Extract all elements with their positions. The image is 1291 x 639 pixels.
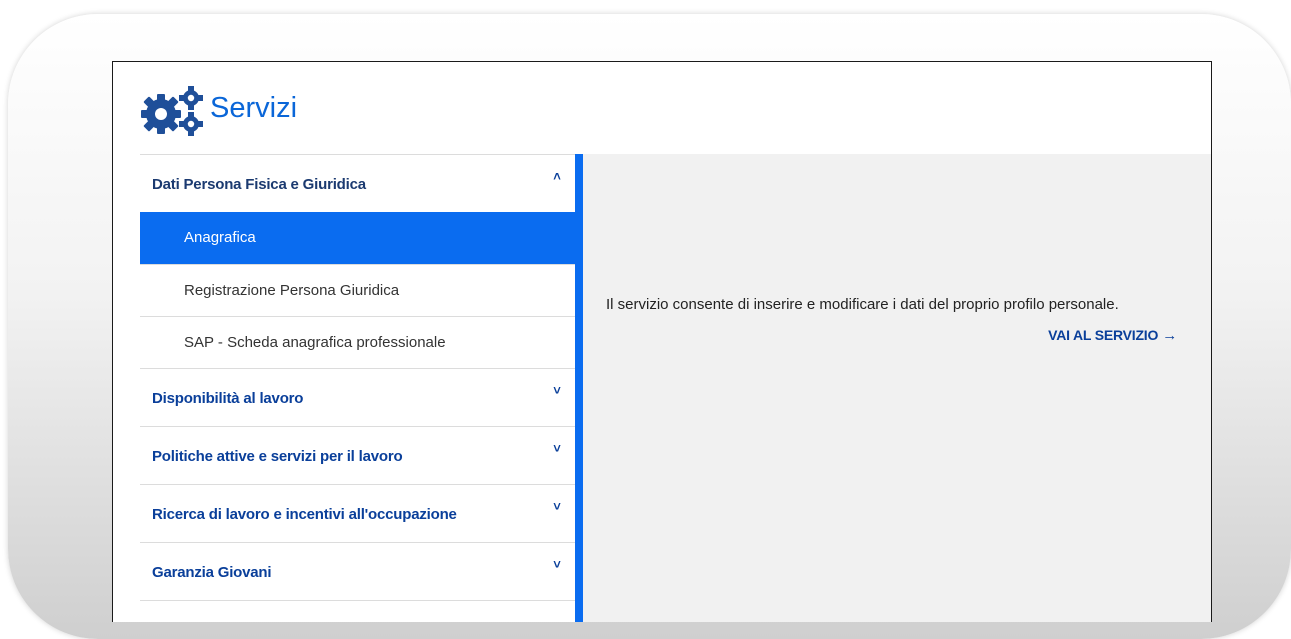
section-dati-persona[interactable]: Dati Persona Fisica e Giuridica ˄ — [140, 154, 575, 213]
sidebar-item-registrazione-persona-giuridica[interactable]: Registrazione Persona Giuridica — [140, 264, 575, 317]
sidebar-item-anagrafica[interactable]: Anagrafica — [140, 212, 575, 264]
section-disponibilita-lavoro[interactable]: Disponibilità al lavoro ˅ — [140, 368, 575, 427]
chevron-down-icon[interactable]: ˅ — [549, 557, 565, 573]
section-label: Ricerca di lavoro e incentivi all'occupa… — [152, 505, 457, 523]
section-politiche-attive[interactable]: Politiche attive e servizi per il lavoro… — [140, 426, 575, 485]
arrow-right-icon: → — [1162, 327, 1177, 344]
link-label: VAI AL SERVIZIO — [1048, 327, 1159, 343]
screenshot-frame: Servizi Dati Persona Fisica e Giuridica … — [8, 14, 1291, 639]
sidebar-item-label: Registrazione Persona Giuridica — [184, 282, 400, 299]
chevron-down-icon[interactable]: ˅ — [549, 499, 565, 515]
section-label: Garanzia Giovani — [152, 563, 272, 581]
chevron-up-icon[interactable]: ˄ — [549, 169, 565, 185]
app-window: Servizi Dati Persona Fisica e Giuridica … — [112, 61, 1212, 622]
page-title: Servizi — [210, 92, 298, 124]
service-description: Il servizio consente di inserire e modif… — [606, 296, 1119, 313]
section-garanzia-giovani[interactable]: Garanzia Giovani ˅ — [140, 542, 575, 601]
sidebar-item-label: SAP - Scheda anagrafica professionale — [184, 334, 446, 351]
section-label: Dati Persona Fisica e Giuridica — [152, 175, 366, 193]
sidebar-accent-bar — [575, 154, 583, 622]
section-label: Disponibilità al lavoro — [152, 389, 304, 407]
sidebar-item-sap[interactable]: SAP - Scheda anagrafica professionale — [140, 316, 575, 369]
gears-icon — [141, 86, 203, 136]
services-sidebar: Dati Persona Fisica e Giuridica ˄ Anagra… — [140, 154, 575, 622]
page-header: Servizi — [113, 62, 1211, 154]
chevron-down-icon[interactable]: ˅ — [549, 441, 565, 457]
section-label: Politiche attive e servizi per il lavoro — [152, 447, 403, 465]
section-divider — [140, 600, 575, 622]
chevron-down-icon[interactable]: ˅ — [549, 383, 565, 399]
service-content-panel: Il servizio consente di inserire e modif… — [583, 154, 1211, 622]
sidebar-item-label: Anagrafica — [184, 229, 256, 246]
vai-al-servizio-link[interactable]: VAI AL SERVIZIO → — [1048, 327, 1177, 344]
section-ricerca-lavoro[interactable]: Ricerca di lavoro e incentivi all'occupa… — [140, 484, 575, 543]
